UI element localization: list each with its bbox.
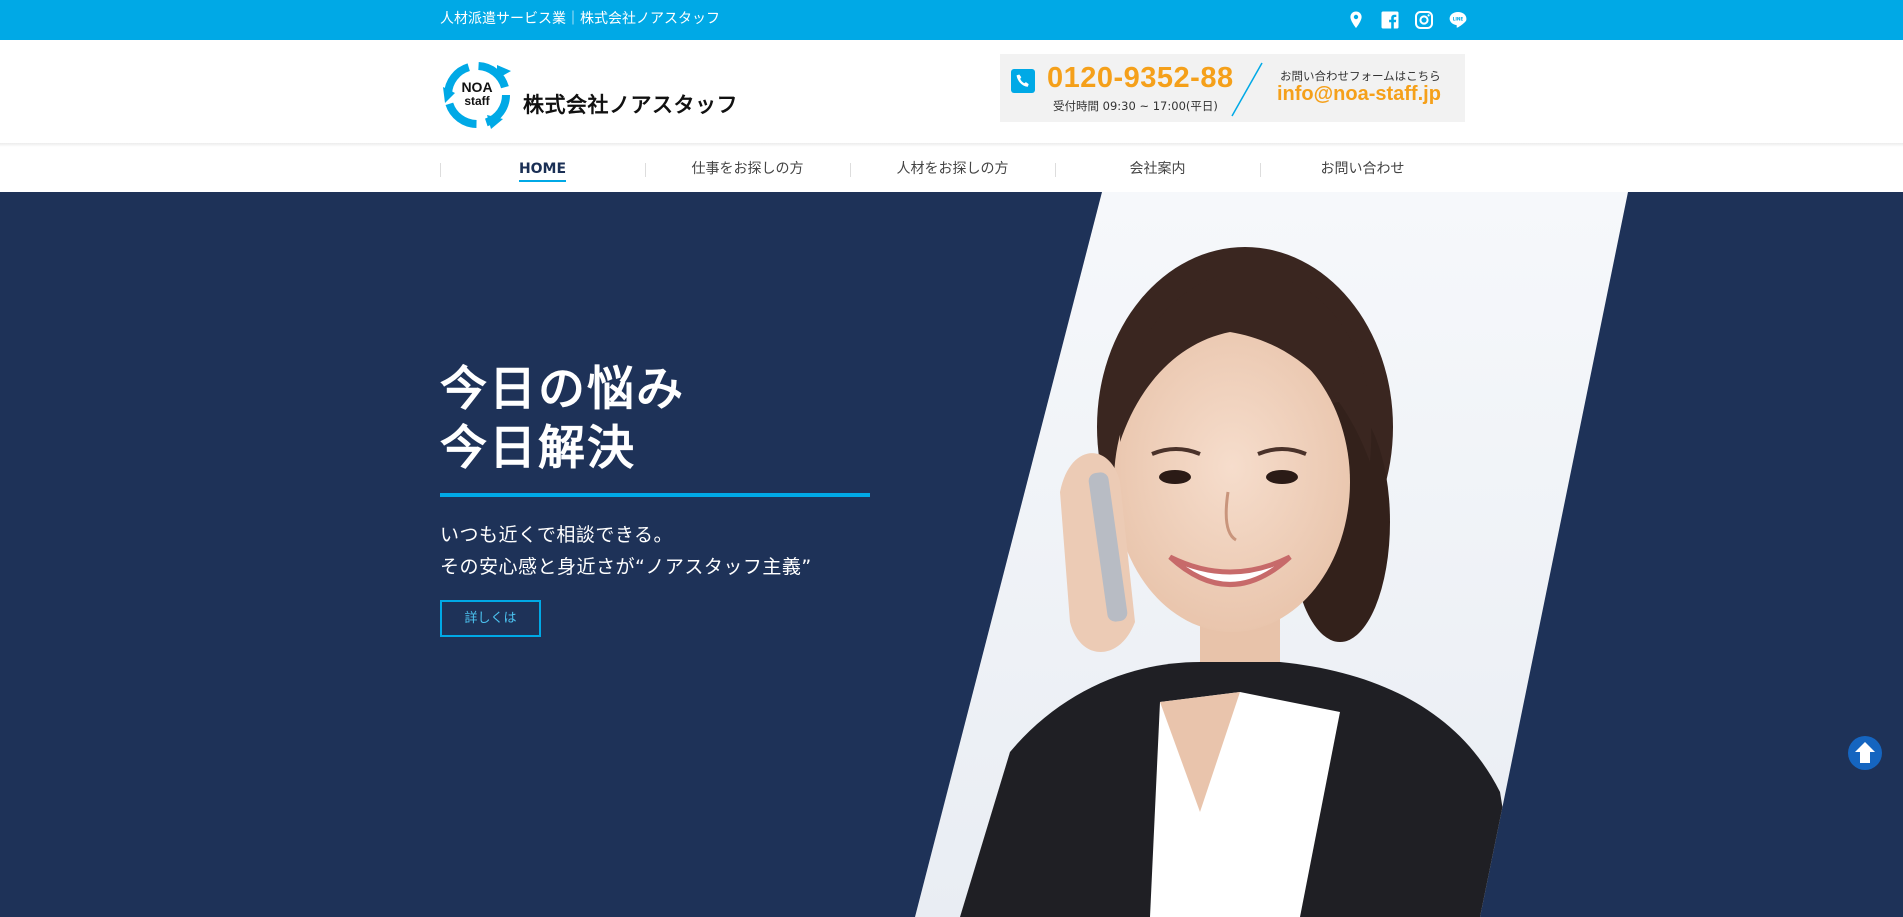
- main-nav: HOME 仕事をお探しの方 人材をお探しの方 会社案内 お問い合わせ: [0, 147, 1903, 192]
- nav-item-label: お問い合わせ: [1320, 161, 1405, 177]
- nav-item-company[interactable]: 会社案内: [1055, 147, 1260, 192]
- contact-form-note[interactable]: お問い合わせフォームはこちら: [1280, 68, 1441, 84]
- nav-item-home[interactable]: HOME: [440, 147, 645, 192]
- hero-subtitle-line1: いつも近くで相談できる。: [440, 524, 674, 546]
- back-to-top-icon[interactable]: [1847, 735, 1883, 771]
- hero-underline: [440, 493, 870, 497]
- map-pin-icon[interactable]: [1346, 10, 1366, 30]
- logo-mark-line2: staff: [464, 94, 490, 108]
- contact-email[interactable]: info@noa-staff.jp: [1277, 83, 1441, 106]
- details-button[interactable]: 詳しくは: [440, 600, 541, 637]
- instagram-icon[interactable]: [1414, 10, 1434, 30]
- phone-hours: 受付時間 09:30 ~ 17:00(平日): [1053, 99, 1218, 113]
- divider-slash: [1231, 62, 1263, 117]
- hero-subtitle: いつも近くで相談できる。 その安心感と身近さが“ノアスタッフ主義”: [440, 519, 812, 583]
- phone-number[interactable]: 0120-9352-88: [1047, 62, 1234, 95]
- nav-item-employers[interactable]: 人材をお探しの方: [850, 147, 1055, 192]
- hero-title-line2: 今日解決: [440, 421, 636, 476]
- contact-box: 0120-9352-88 受付時間 09:30 ~ 17:00(平日) お問い合…: [1000, 54, 1465, 122]
- nav-item-job-seekers[interactable]: 仕事をお探しの方: [645, 147, 850, 192]
- hero-subtitle-line2: その安心感と身近さが“ノアスタッフ主義”: [440, 556, 812, 578]
- hero-photo: [915, 192, 1628, 917]
- nav-item-label: HOME: [518, 161, 567, 182]
- svg-text:LINE: LINE: [1453, 17, 1464, 22]
- phone-icon: [1011, 69, 1035, 93]
- line-icon[interactable]: LINE: [1448, 10, 1468, 30]
- facebook-icon[interactable]: [1380, 10, 1400, 30]
- hero-title-line1: 今日の悩み: [440, 362, 685, 417]
- social-icons: LINE: [1346, 10, 1468, 30]
- nav-item-label: 人材をお探しの方: [896, 161, 1009, 177]
- nav-item-label: 会社案内: [1129, 161, 1186, 177]
- nav-item-label: 仕事をお探しの方: [691, 161, 804, 177]
- company-name[interactable]: 株式会社ノアスタッフ: [523, 89, 738, 119]
- nav-item-contact[interactable]: お問い合わせ: [1260, 147, 1465, 192]
- hero-section: 今日の悩み 今日解決 いつも近くで相談できる。 その安心感と身近さが“ノアスタッ…: [0, 192, 1903, 917]
- site-tagline: 人材派遣サービス業｜株式会社ノアスタッフ: [440, 11, 720, 27]
- logo-mark-line1: NOA: [461, 79, 492, 95]
- site-header: NOA staff 株式会社ノアスタッフ 0120-9352-88 受付時間 0…: [0, 40, 1903, 145]
- hero-title: 今日の悩み 今日解決: [440, 360, 685, 478]
- top-bar: 人材派遣サービス業｜株式会社ノアスタッフ LINE: [0, 0, 1903, 40]
